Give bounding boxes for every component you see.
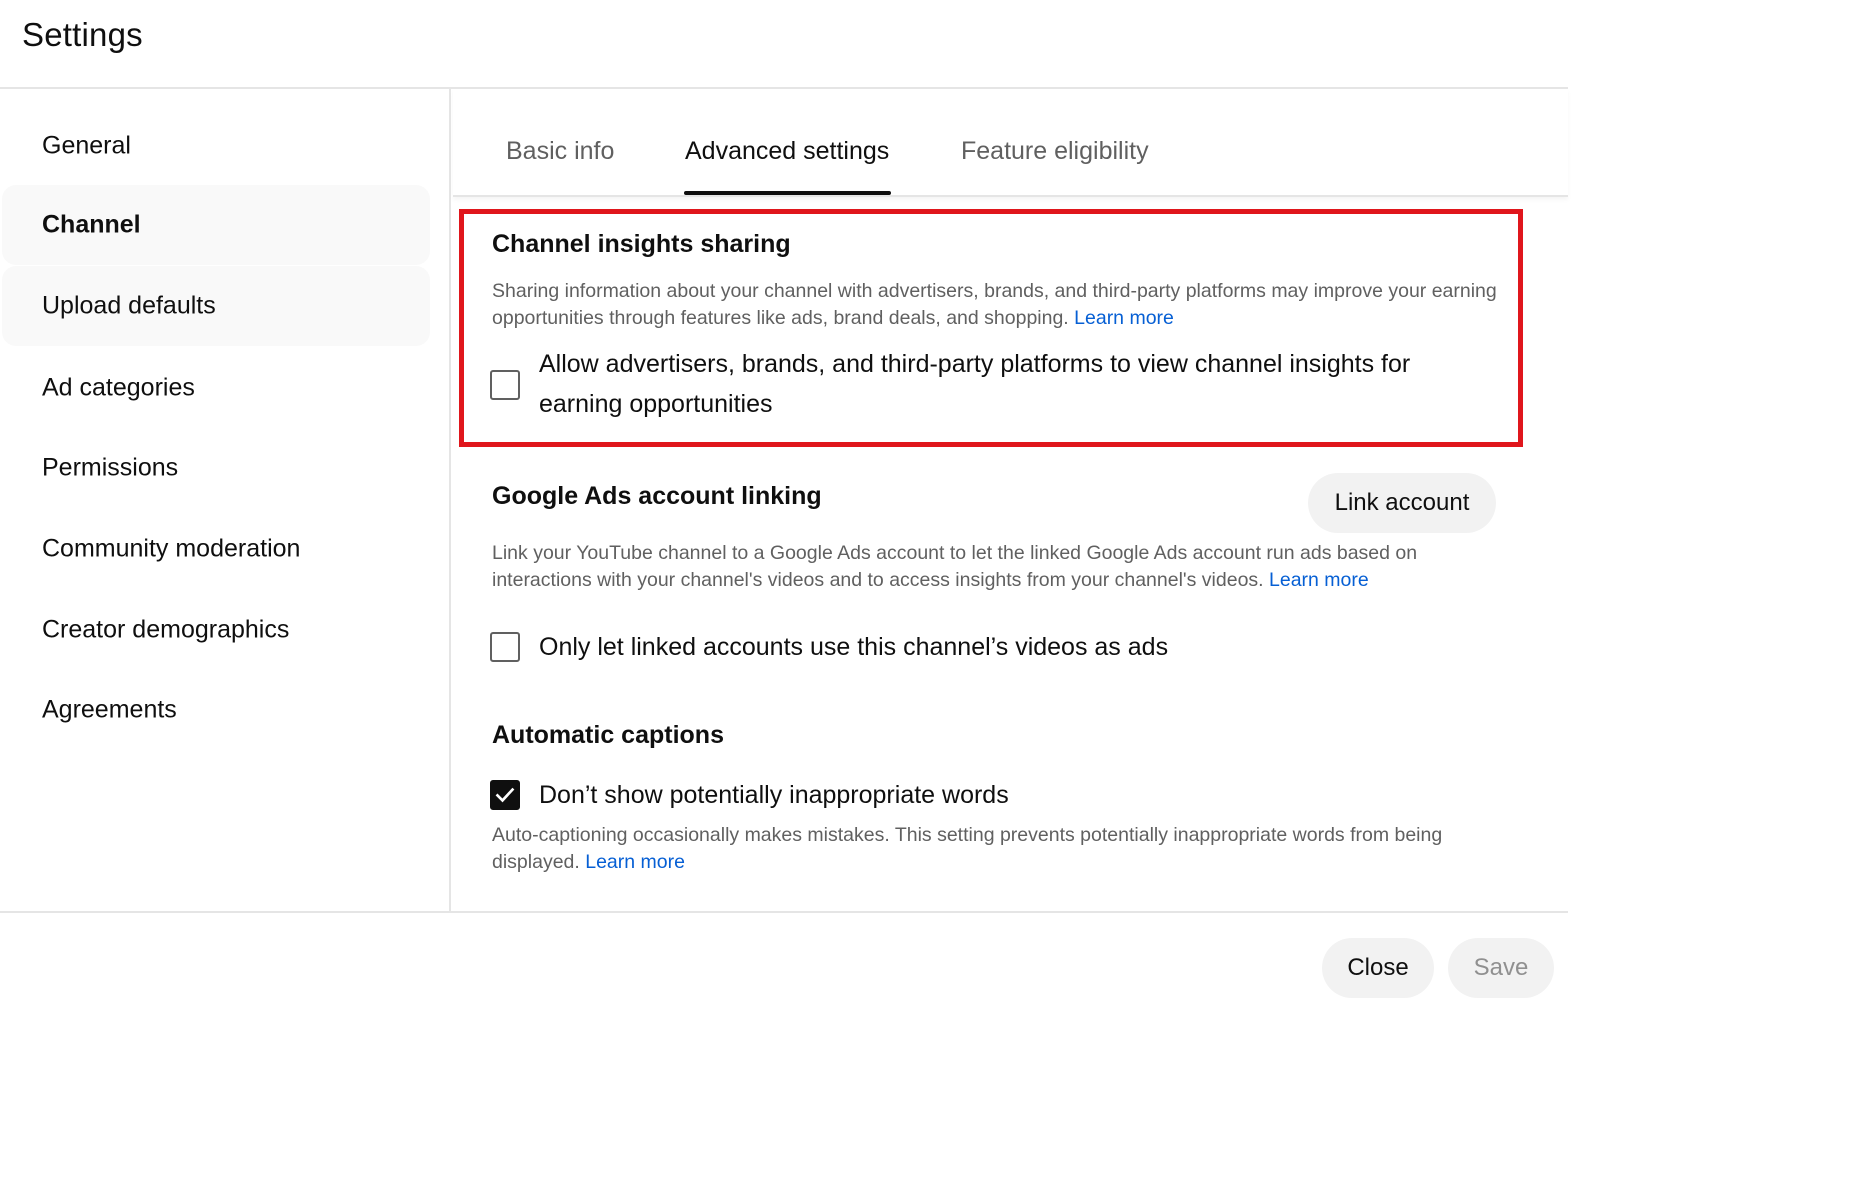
sidebar-item-channel[interactable]: Channel: [2, 185, 430, 265]
page-title: Settings: [22, 16, 143, 53]
sidebar-item-label: Upload defaults: [42, 291, 216, 320]
tab-feature-eligibility[interactable]: Feature eligibility: [961, 137, 1149, 166]
dialog-footer: Close Save: [0, 911, 1568, 1007]
ads-linking-learn-more-link[interactable]: Learn more: [1269, 569, 1369, 591]
ads-linking-description: Link your YouTube channel to a Google Ad…: [492, 540, 1502, 594]
sidebar-item-label: Agreements: [42, 695, 177, 724]
sidebar-item-label: Permissions: [42, 453, 179, 482]
sidebar-item-general[interactable]: General: [2, 106, 430, 186]
captions-section-title: Automatic captions: [492, 721, 724, 749]
save-button[interactable]: Save: [1448, 938, 1554, 998]
insights-checkbox-label-line2: earning opportunities: [539, 390, 773, 418]
tab-advanced-settings[interactable]: Advanced settings: [685, 137, 889, 166]
insights-sharing-checkbox[interactable]: [490, 370, 520, 400]
sidebar-item-label: General: [42, 131, 131, 160]
tab-basic-info[interactable]: Basic info: [506, 137, 614, 166]
insights-learn-more-link[interactable]: Learn more: [1074, 307, 1174, 329]
ads-linking-section-title: Google Ads account linking: [492, 482, 822, 510]
checkmark-icon: [495, 787, 515, 803]
sidebar-item-label: Channel: [42, 210, 141, 239]
insights-description: Sharing information about your channel w…: [492, 278, 1502, 332]
sidebar-item-label: Ad categories: [42, 373, 195, 402]
active-tab-indicator: [684, 191, 891, 195]
sidebar-item-community-moderation[interactable]: Community moderation: [2, 509, 430, 589]
sidebar-item-creator-demographics[interactable]: Creator demographics: [2, 590, 430, 670]
insights-section-title: Channel insights sharing: [492, 230, 791, 258]
sidebar-item-ad-categories[interactable]: Ad categories: [2, 348, 430, 428]
sidebar-item-upload-defaults[interactable]: Upload defaults: [2, 266, 430, 346]
dialog-header: Settings: [0, 0, 1568, 89]
sidebar-item-label: Creator demographics: [42, 615, 290, 644]
link-account-button[interactable]: Link account: [1308, 473, 1496, 533]
insights-description-text: Sharing information about your channel w…: [492, 280, 1497, 329]
captions-description: Auto-captioning occasionally makes mista…: [492, 822, 1502, 876]
sidebar-item-label: Community moderation: [42, 534, 301, 563]
filter-inappropriate-words-checkbox[interactable]: [490, 780, 520, 810]
linked-accounts-only-checkbox[interactable]: [490, 632, 520, 662]
linked-accounts-checkbox-label: Only let linked accounts use this channe…: [539, 633, 1169, 661]
insights-checkbox-label-line1: Allow advertisers, brands, and third-par…: [539, 350, 1411, 378]
tab-bar: Basic info Advanced settings Feature eli…: [453, 89, 1568, 197]
captions-learn-more-link[interactable]: Learn more: [585, 851, 685, 873]
insights-checkbox-label: Allow advertisers, brands, and third-par…: [539, 344, 1410, 424]
settings-sidebar: General Channel Upload defaults Ad categ…: [0, 89, 451, 911]
sidebar-item-permissions[interactable]: Permissions: [2, 428, 430, 508]
sidebar-item-agreements[interactable]: Agreements: [2, 670, 430, 750]
captions-checkbox-label: Don’t show potentially inappropriate wor…: [539, 781, 1009, 809]
close-button[interactable]: Close: [1322, 938, 1434, 998]
